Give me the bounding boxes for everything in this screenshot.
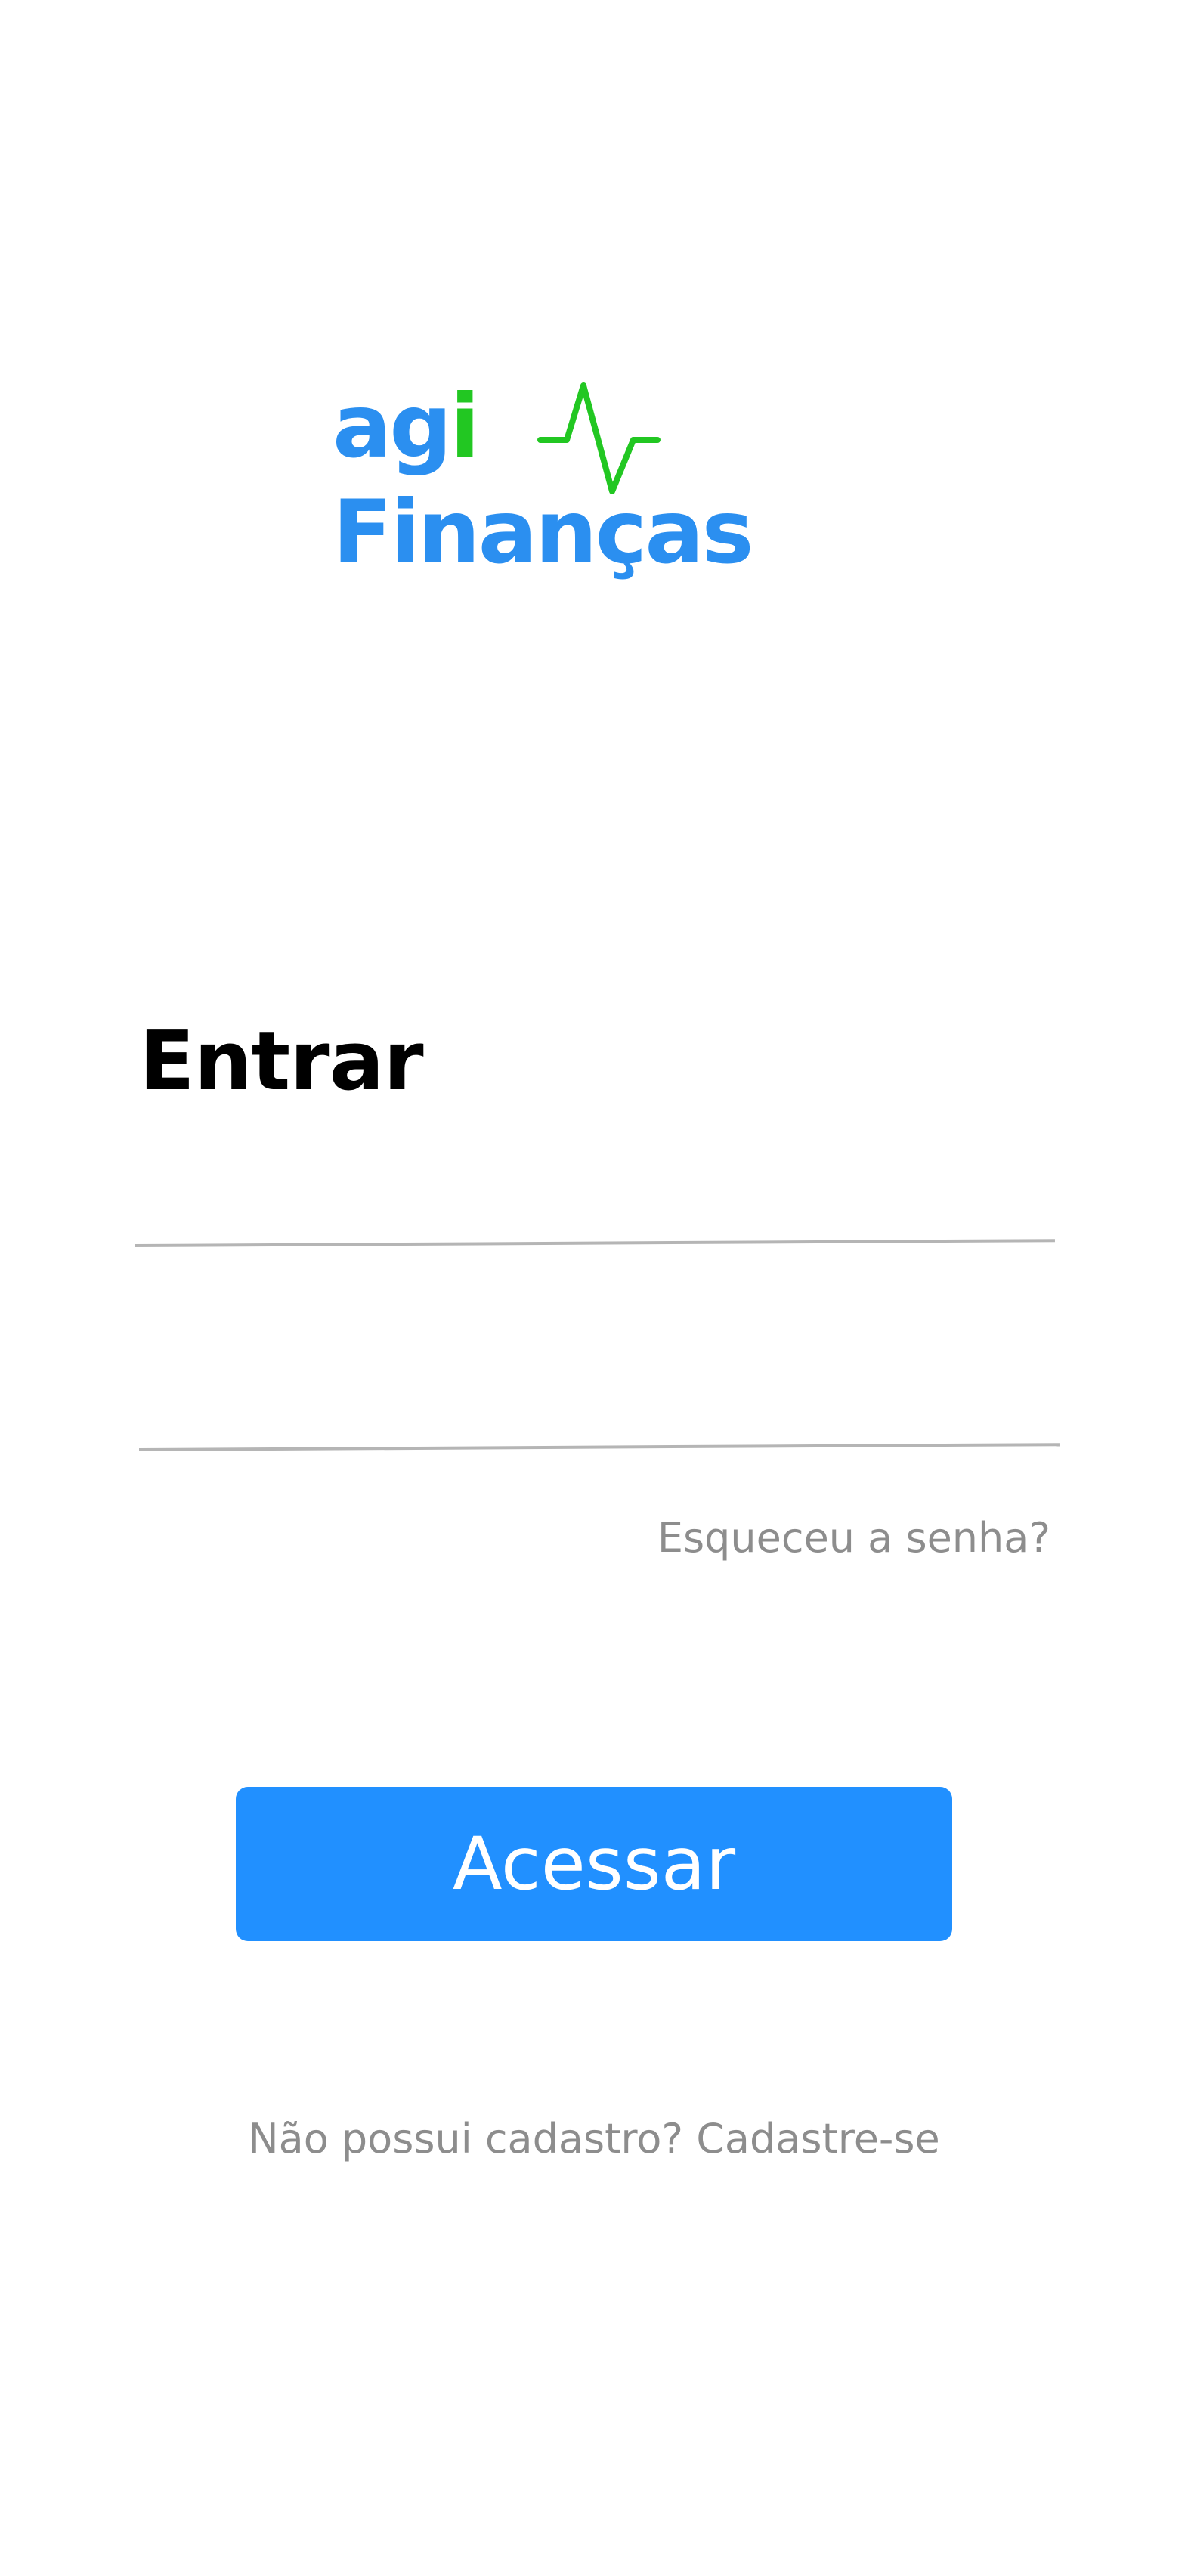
signup-prompt-text: Não possui cadastro? <box>248 2115 684 2163</box>
page-title: Entrar <box>139 1014 424 1109</box>
logo-agi-text: agi <box>333 376 480 478</box>
signup-link[interactable]: Cadastre-se <box>696 2115 940 2163</box>
access-button[interactable]: Acessar <box>236 1787 952 1941</box>
logo-agi-prefix: ag <box>333 376 452 478</box>
signup-prompt: Não possui cadastro? Cadastre-se <box>0 2109 1188 2169</box>
app-logo: agi Finanças <box>333 376 754 605</box>
password-field[interactable] <box>138 1361 1063 1451</box>
username-input[interactable] <box>135 1172 1058 1241</box>
logo-financas-text: Finanças <box>333 481 754 584</box>
password-input[interactable] <box>139 1376 1063 1445</box>
username-field[interactable] <box>134 1156 1058 1247</box>
pulse-icon <box>537 382 661 494</box>
logo-agi-i: i <box>450 376 480 478</box>
forgot-password-link[interactable]: Esqueceu a senha? <box>657 1508 1050 1568</box>
